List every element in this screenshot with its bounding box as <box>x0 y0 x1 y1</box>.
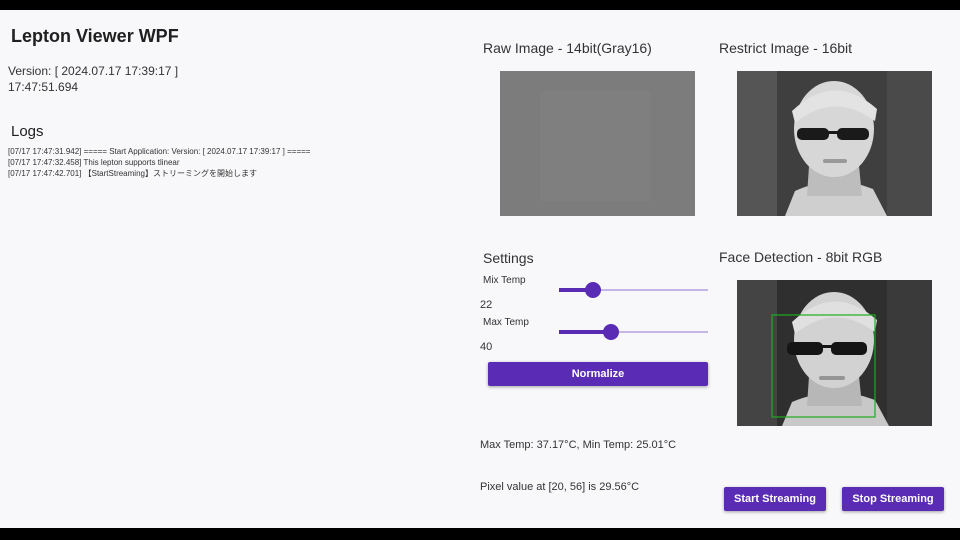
settings-title: Settings <box>483 250 534 266</box>
raw-image <box>500 71 695 216</box>
raw-image-title: Raw Image - 14bit(Gray16) <box>483 40 652 56</box>
slider-thumb[interactable] <box>603 324 620 340</box>
version-line: Version: [ 2024.07.17 17:39:17 ] <box>8 64 179 78</box>
restrict-image <box>737 71 932 216</box>
min-temp-slider[interactable] <box>559 281 708 299</box>
log-entry: [07/17 17:47:42.701] 【StartStreaming】ストリ… <box>8 169 257 178</box>
face-detection-image <box>737 280 932 426</box>
restrict-image-title: Restrict Image - 16bit <box>719 40 853 56</box>
logs-title: Logs <box>11 123 44 140</box>
version-info: Version: [ 2024.07.17 17:39:17 ] 17:47:5… <box>8 63 178 95</box>
app-title: Lepton Viewer WPF <box>11 26 179 46</box>
log-entry: [07/17 17:47:31.942] ===== Start Applica… <box>8 147 311 156</box>
temp-range-readout: Max Temp: 37.17°C, Min Temp: 25.01°C <box>480 439 677 451</box>
clock-time: 17:47:51.694 <box>8 80 79 94</box>
min-temp-label: Mix Temp <box>483 275 526 286</box>
pixel-value-readout: Pixel value at [20, 56] is 29.56°C <box>480 481 640 493</box>
max-temp-value: 40 <box>480 341 493 353</box>
log-entry: [07/17 17:47:32.458] This lepton support… <box>8 158 180 167</box>
normalize-button[interactable]: Normalize <box>488 362 708 386</box>
raw-image-canvas <box>500 71 695 216</box>
slider-thumb[interactable] <box>585 282 602 298</box>
max-temp-label: Max Temp <box>483 317 529 328</box>
max-temp-slider[interactable] <box>559 323 708 341</box>
thermal-face-restrict <box>737 71 932 216</box>
stop-streaming-button[interactable]: Stop Streaming <box>842 487 944 511</box>
app-window: Lepton Viewer WPF Version: [ 2024.07.17 … <box>0 10 960 528</box>
min-temp-value: 22 <box>480 299 493 311</box>
thermal-face-detected <box>737 280 932 426</box>
log-list: [07/17 17:47:31.942] ===== Start Applica… <box>8 146 310 179</box>
start-streaming-button[interactable]: Start Streaming <box>724 487 826 511</box>
face-detection-title: Face Detection - 8bit RGB <box>719 249 883 265</box>
